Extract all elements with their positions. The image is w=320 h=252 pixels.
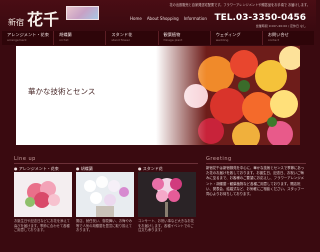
top-nav: Home About Shopping Information [130, 16, 207, 21]
nav-item-sublabel: orchid [59, 38, 69, 42]
phone-number: TEL.03-3350-0456 [214, 13, 306, 23]
card-description: コンサート、お祝い事など大きなお花をお届けします。各種イベントでのご注文も承りま… [138, 219, 194, 233]
hero-flowers-image [156, 46, 300, 145]
lineup-card-orchid[interactable]: ● 胡蝶蘭 開店、就任祝い、御見舞い、お悔やみ等で人気の胡蝶蘭を豊富に取り揃えて… [76, 166, 134, 233]
nav-item-sublabel: arrangement [7, 38, 27, 42]
card-description: 開店、就任祝い、御見舞い、お悔やみ等で人気の胡蝶蘭を豊富に取り揃えております。 [76, 219, 133, 233]
main-nav: アレンジメント・花束 arrangement 胡蝶蘭 orchid スタンド花 … [2, 31, 314, 45]
orchid-photo[interactable] [76, 172, 134, 217]
logo-badge-image [66, 6, 99, 20]
site-header: 新宿 花千 花の出張販売と自家発送宅配業です。フラワーアレンジメントや贈答品をお… [0, 0, 316, 30]
nav-item-sublabel: contact [267, 38, 280, 42]
logo-small-text: 新宿 [8, 18, 24, 27]
lineup-card-arrangement[interactable]: ● アレンジメント・花束 お誕生日や記念日などにお花を添えて喜びを届けます。季節… [14, 166, 72, 233]
business-hours: 営業時間 9:00〜20:00 / 定休日 なし [255, 24, 306, 28]
arrangement-photo[interactable] [14, 172, 72, 217]
nav-item-wedding[interactable]: ウェディング wedding [211, 31, 263, 45]
greeting-text: 新宿花千は新宿御苑を中心に、華かな技術とセンスで季節にあった花のお届けを致してお… [206, 166, 305, 197]
nav-item-sublabel: stand flower [111, 38, 130, 42]
header-tagline: 花の出張販売と自家発送宅配業です。フラワーアレンジメントや贈答品をお手頃で お届… [169, 3, 311, 7]
nav-item-sublabel: wedding [215, 38, 229, 42]
greeting-section-title: Greeting [206, 156, 232, 162]
nav-item-contact[interactable]: お問い合せ contact [263, 31, 314, 45]
nav-item-orchid[interactable]: 胡蝶蘭 orchid [54, 31, 107, 45]
nav-item-stand-flower[interactable]: スタンド花 stand flower [106, 31, 159, 45]
site-logo[interactable]: 新宿 花千 [8, 6, 59, 29]
greeting-divider [206, 163, 306, 164]
nav-item-foliage[interactable]: 観葉植物 foliage plant [159, 31, 211, 45]
topnav-about-link[interactable]: About Shopping [147, 16, 179, 21]
card-description: お誕生日や記念日などにお花を添えて喜びを届けます。季節に合わせて各種ご用意してお… [14, 219, 70, 233]
lineup-divider [14, 163, 198, 164]
nav-item-sublabel: foliage plant [163, 38, 183, 42]
lineup-cards: ● アレンジメント・花束 お誕生日や記念日などにお花を添えて喜びを届けます。季節… [14, 166, 196, 233]
nav-item-arrangement[interactable]: アレンジメント・花束 arrangement [2, 31, 55, 45]
topnav-home-link[interactable]: Home [130, 16, 142, 21]
lineup-section-title: Line up [14, 156, 36, 162]
stand-flower-photo[interactable] [138, 172, 196, 217]
hero-banner: 華かな技術とセンス [16, 46, 300, 145]
hero-tagline: 華かな技術とセンス [28, 87, 96, 96]
lineup-card-stand-flower[interactable]: ● スタンド花 コンサート、お祝い事など大きなお花をお届けします。各種イベントで… [138, 166, 196, 233]
topnav-information-link[interactable]: Information [184, 16, 207, 21]
logo-text: 花千 [27, 10, 60, 29]
